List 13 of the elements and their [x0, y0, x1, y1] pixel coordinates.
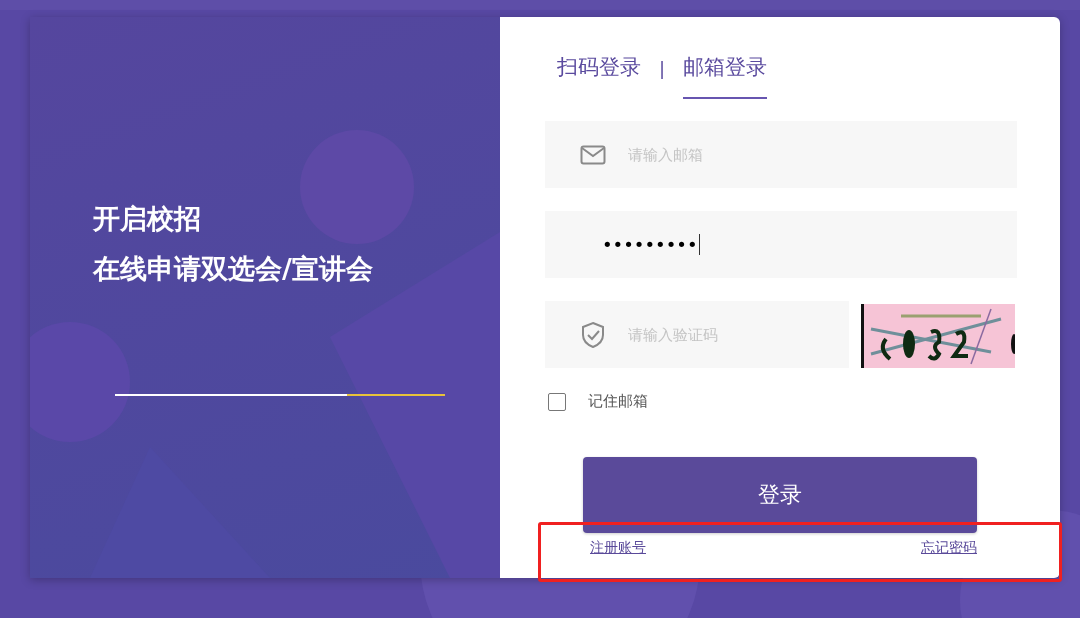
password-field[interactable]: ••••••••• — [545, 211, 1017, 278]
link[interactable]: 注册账号 — [590, 539, 646, 557]
promo-heading: 开启校招 — [93, 202, 202, 236]
link[interactable]: 忘记密码 — [921, 539, 977, 557]
mail-icon — [580, 144, 606, 165]
shield-icon — [580, 320, 606, 349]
checkbox-label: 记住邮箱 — [588, 392, 648, 411]
tab[interactable]: 邮箱登录 — [683, 49, 768, 99]
checkbox[interactable] — [548, 392, 566, 411]
tab-separator: | — [659, 57, 666, 79]
promo-heading: 在线申请双选会/宣讲会 — [93, 252, 373, 286]
tab[interactable]: 扫码登录 — [557, 49, 641, 99]
login-button[interactable]: 登录 — [583, 457, 977, 533]
